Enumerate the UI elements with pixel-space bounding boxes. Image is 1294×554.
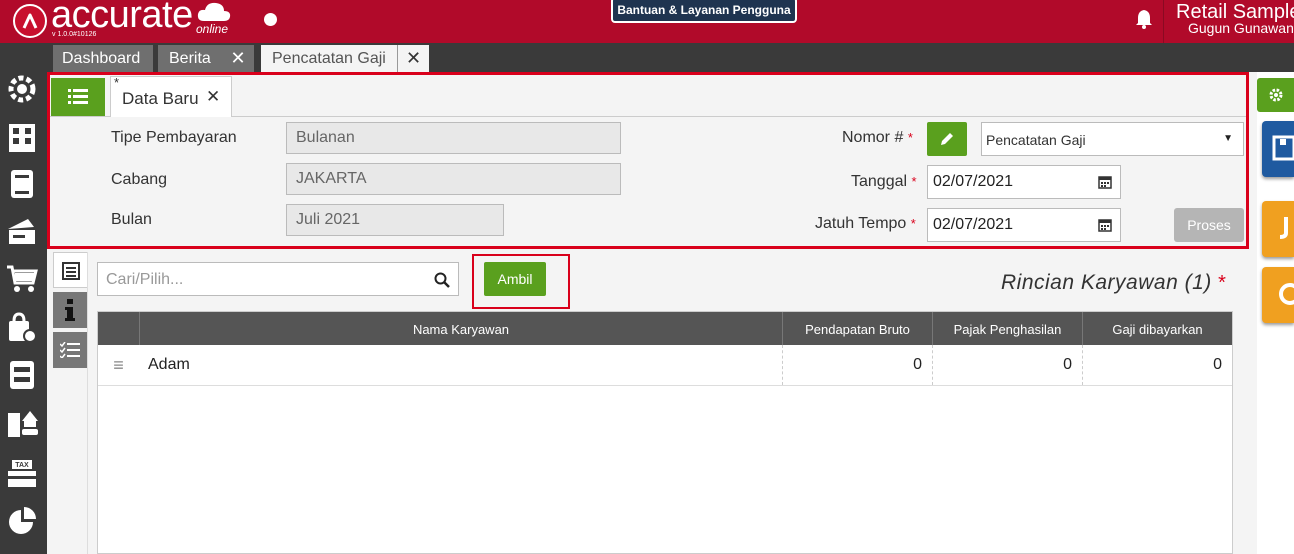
fixed-assets-icon[interactable] bbox=[6, 407, 38, 439]
ledger-icon[interactable] bbox=[6, 167, 38, 199]
save-button[interactable] bbox=[1262, 121, 1294, 177]
bell-icon[interactable] bbox=[1135, 9, 1153, 29]
tab-checklist[interactable] bbox=[53, 332, 87, 368]
employee-table: Nama Karyawan Pendapatan Bruto Pajak Pen… bbox=[97, 311, 1233, 554]
calendar-icon[interactable] bbox=[1098, 218, 1112, 232]
nomor-label: Nomor # * bbox=[842, 129, 913, 146]
top-bar: accurate online v 1.0.0#10126 Bantuan & … bbox=[0, 0, 1294, 43]
left-sidebar: TAX bbox=[0, 43, 47, 554]
list-view-button[interactable] bbox=[51, 78, 105, 116]
cloud-icon bbox=[197, 2, 231, 21]
bulan-label: Bulan bbox=[111, 211, 152, 228]
required-mark: * bbox=[907, 130, 913, 145]
document-icon bbox=[1279, 217, 1288, 239]
tab-berita[interactable]: Berita bbox=[158, 45, 222, 72]
required-mark: * bbox=[911, 174, 917, 189]
tanggal-label: Tanggal * bbox=[851, 173, 917, 190]
bulan-field[interactable]: Juli 2021 bbox=[286, 204, 504, 236]
column-pajak-penghasilan[interactable]: Pajak Penghasilan bbox=[932, 312, 1082, 345]
tanggal-value: 02/07/2021 bbox=[933, 173, 1014, 190]
jatuh-tempo-label: Jatuh Tempo * bbox=[815, 215, 916, 232]
tipe-pembayaran-field[interactable]: Bulanan bbox=[286, 122, 621, 154]
handle-column-header bbox=[98, 312, 139, 345]
drag-handle-icon[interactable]: ≡ bbox=[98, 345, 139, 385]
jatuh-tempo-value: 02/07/2021 bbox=[933, 216, 1014, 233]
subtab-data-baru[interactable]: * Data Baru ✕ bbox=[110, 75, 232, 117]
action-button[interactable] bbox=[1262, 201, 1294, 257]
edit-nomor-button[interactable] bbox=[927, 122, 967, 156]
table-header: Nama Karyawan Pendapatan Bruto Pajak Pen… bbox=[98, 312, 1232, 345]
ambil-button[interactable]: Ambil bbox=[484, 262, 546, 296]
column-pendapatan-bruto[interactable]: Pendapatan Bruto bbox=[782, 312, 932, 345]
search-input[interactable]: Cari/Pilih... bbox=[97, 262, 459, 296]
close-subtab-icon[interactable]: ✕ bbox=[206, 87, 220, 107]
search-placeholder: Cari/Pilih... bbox=[106, 271, 184, 288]
version-text: v 1.0.0#10126 bbox=[52, 31, 97, 38]
cabang-field[interactable]: JAKARTA bbox=[286, 163, 621, 195]
caret-down-icon: ▼ bbox=[1223, 133, 1233, 144]
nomor-select[interactable]: Pencatatan Gaji ▼ bbox=[981, 122, 1244, 156]
jatuh-tempo-input[interactable]: 02/07/2021 bbox=[927, 208, 1121, 242]
tab-detail-list[interactable] bbox=[53, 252, 87, 288]
status-dot-icon[interactable] bbox=[264, 13, 277, 26]
tab-dashboard[interactable]: Dashboard bbox=[53, 45, 153, 72]
nomor-select-value: Pencatatan Gaji bbox=[986, 132, 1086, 148]
logo-subtext: online bbox=[196, 22, 229, 36]
svg-text:TAX: TAX bbox=[15, 462, 29, 469]
settings-button[interactable] bbox=[1257, 78, 1294, 112]
detail-title: Rincian Karyawan (1) * bbox=[1001, 271, 1227, 294]
cart-icon[interactable] bbox=[6, 263, 38, 295]
table-row[interactable]: ≡ Adam 0 0 0 bbox=[98, 345, 1232, 386]
gear-icon bbox=[1269, 88, 1283, 102]
user-name[interactable]: Gugun Gunawan bbox=[1188, 20, 1294, 36]
building-icon[interactable] bbox=[6, 121, 38, 153]
cell-nama[interactable]: Adam bbox=[148, 345, 778, 385]
pie-chart-icon[interactable] bbox=[6, 505, 38, 537]
more-actions-button[interactable] bbox=[1262, 267, 1294, 323]
pencil-icon bbox=[941, 133, 953, 145]
cell-gaji-dibayarkan[interactable]: 0 bbox=[1082, 345, 1232, 385]
unsaved-marker: * bbox=[114, 75, 120, 90]
tab-strip: Dashboard Berita ✕ Pencatatan Gaji ✕ bbox=[47, 43, 1294, 72]
search-icon[interactable] bbox=[434, 272, 450, 288]
cabang-label: Cabang bbox=[111, 171, 168, 188]
checklist-icon bbox=[60, 342, 80, 358]
top-divider bbox=[1163, 0, 1164, 43]
settings-icon[interactable] bbox=[6, 73, 38, 105]
required-mark: * bbox=[910, 216, 916, 231]
close-berita-icon[interactable]: ✕ bbox=[222, 45, 254, 72]
accurate-logo-icon[interactable] bbox=[13, 4, 47, 38]
subtab-label: Data Baru bbox=[122, 89, 199, 108]
tipe-pembayaran-label: Tipe Pembayaran bbox=[111, 129, 237, 146]
close-pencatatan-gaji-icon[interactable]: ✕ bbox=[397, 45, 429, 72]
required-mark: * bbox=[1218, 272, 1227, 294]
calendar-icon[interactable] bbox=[1098, 175, 1112, 189]
column-nama-karyawan[interactable]: Nama Karyawan bbox=[139, 312, 782, 345]
help-button[interactable]: Bantuan & Layanan Pengguna bbox=[611, 0, 797, 23]
cash-icon[interactable] bbox=[6, 215, 38, 247]
tab-pencatatan-gaji[interactable]: Pencatatan Gaji bbox=[261, 45, 397, 72]
tax-icon[interactable]: TAX bbox=[6, 457, 38, 489]
tanggal-input[interactable]: 02/07/2021 bbox=[927, 165, 1121, 199]
cell-pajak-penghasilan[interactable]: 0 bbox=[932, 345, 1082, 385]
shopping-bag-icon[interactable] bbox=[6, 311, 38, 343]
document-list-icon bbox=[62, 262, 80, 280]
save-icon bbox=[1272, 135, 1294, 161]
proses-button[interactable]: Proses bbox=[1174, 208, 1244, 242]
column-gaji-dibayarkan[interactable]: Gaji dibayarkan bbox=[1082, 312, 1232, 345]
tab-info[interactable] bbox=[53, 292, 87, 328]
cell-pendapatan-bruto[interactable]: 0 bbox=[782, 345, 932, 385]
info-icon bbox=[65, 299, 75, 321]
list-icon bbox=[68, 89, 88, 104]
archive-icon[interactable] bbox=[6, 359, 38, 391]
info-circle-icon bbox=[1279, 283, 1294, 305]
